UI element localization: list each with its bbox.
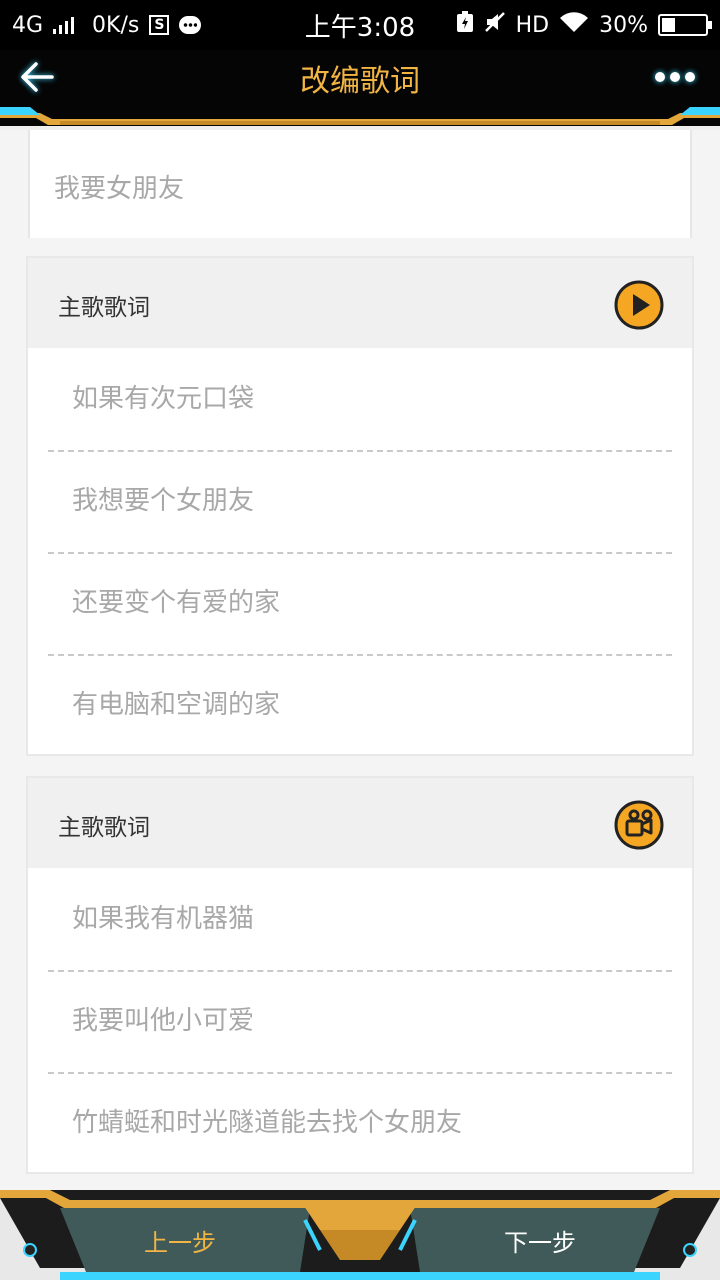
lyric-text: 有电脑和空调的家 bbox=[72, 690, 281, 720]
page-title: 改编歌词 bbox=[300, 63, 420, 99]
lyric-line[interactable]: 我想要个女朋友 bbox=[28, 450, 692, 552]
bottom-nav: 上一步 下一步 bbox=[0, 1190, 720, 1280]
wifi-icon bbox=[559, 11, 589, 39]
lyric-section: 主歌歌词 如果我有机器猫 我要叫他小可爱 竹蜻蜓和时光隧道能去找个女朋友 bbox=[26, 776, 694, 1174]
battery-percent: 30% bbox=[599, 12, 648, 38]
lyric-text: 如果我有机器猫 bbox=[72, 904, 255, 934]
lyric-line[interactable]: 还要变个有爱的家 bbox=[28, 552, 692, 654]
lyric-line[interactable]: 如果我有机器猫 bbox=[28, 868, 692, 970]
charging-icon bbox=[456, 11, 474, 39]
section-title: 主歌歌词 bbox=[58, 815, 150, 841]
section-title: 主歌歌词 bbox=[58, 295, 150, 321]
lyric-line[interactable]: 我要叫他小可爱 bbox=[28, 970, 692, 1072]
next-step-button[interactable]: 下一步 bbox=[450, 1208, 630, 1272]
hd-badge: HD bbox=[515, 12, 550, 38]
play-icon[interactable] bbox=[614, 280, 664, 330]
lyric-text: 我想要个女朋友 bbox=[72, 486, 255, 516]
app-header: 改编歌词 bbox=[0, 50, 720, 130]
status-bar: 4G 0K/s S 上午3:08 HD 30% bbox=[0, 0, 720, 50]
header-decoration bbox=[0, 105, 720, 130]
lyric-text: 如果有次元口袋 bbox=[72, 384, 255, 414]
battery-icon bbox=[658, 14, 712, 36]
song-title-text[interactable]: 我要女朋友 bbox=[54, 168, 184, 205]
song-title-card: 我要女朋友 bbox=[28, 130, 692, 238]
section-header: 主歌歌词 bbox=[28, 258, 692, 348]
section-header: 主歌歌词 bbox=[28, 778, 692, 868]
lyric-text: 还要变个有爱的家 bbox=[72, 588, 281, 618]
more-dots-icon bbox=[655, 72, 695, 82]
lyric-line[interactable]: 竹蜻蜓和时光隧道能去找个女朋友 bbox=[28, 1072, 692, 1174]
lyric-line[interactable]: 如果有次元口袋 bbox=[28, 348, 692, 450]
lyric-line[interactable]: 有电脑和空调的家 bbox=[28, 654, 692, 756]
lyric-text: 我要叫他小可爱 bbox=[72, 1006, 255, 1036]
mute-icon bbox=[484, 11, 506, 39]
clock: 上午3:08 bbox=[304, 12, 416, 43]
previous-step-button[interactable]: 上一步 bbox=[90, 1208, 270, 1272]
record-icon[interactable] bbox=[614, 800, 664, 850]
more-button[interactable] bbox=[650, 52, 700, 102]
lyric-section: 主歌歌词 如果有次元口袋 我想要个女朋友 还要变个有爱的家 有电脑和空调的家 bbox=[26, 256, 694, 756]
lyric-text: 竹蜻蜓和时光隧道能去找个女朋友 bbox=[72, 1108, 463, 1138]
